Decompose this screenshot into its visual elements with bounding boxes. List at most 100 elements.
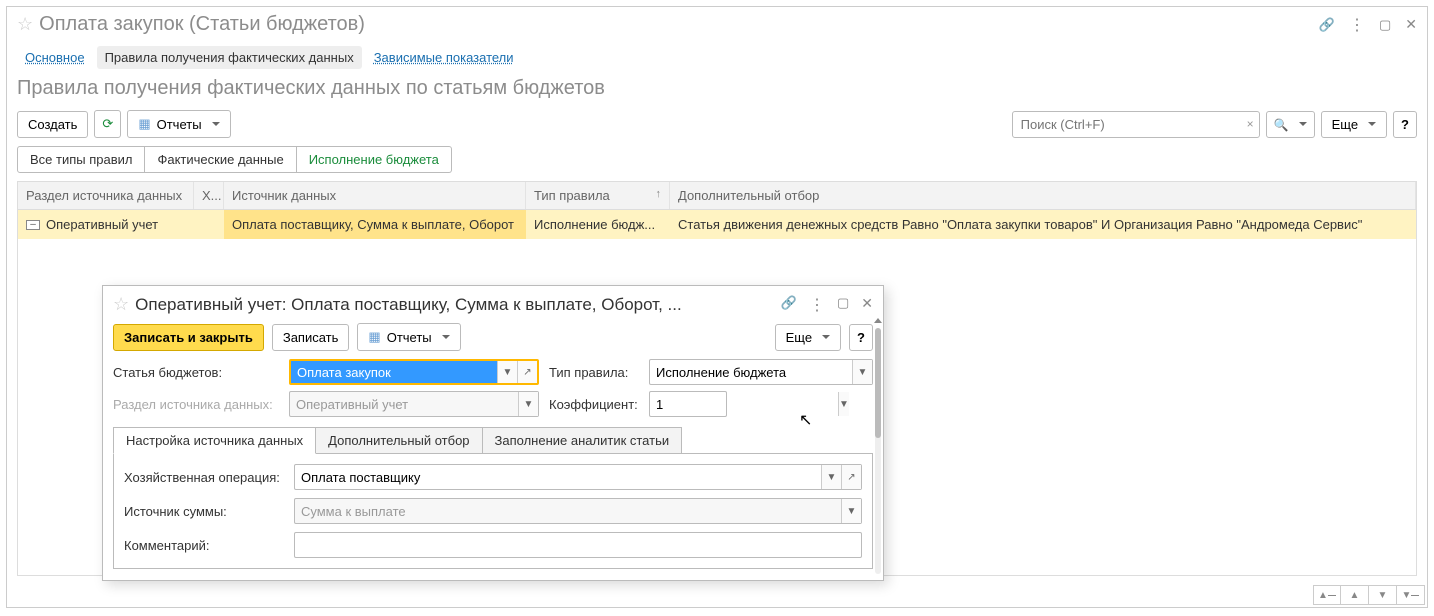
- section-field[interactable]: ▼: [289, 391, 539, 417]
- cell-section: Оперативный учет: [46, 217, 158, 232]
- comment-field[interactable]: [294, 532, 862, 558]
- nav-main[interactable]: Основное: [17, 46, 93, 69]
- dialog-help-icon: [857, 330, 865, 345]
- col-h[interactable]: Х...: [194, 182, 224, 209]
- link-icon[interactable]: [1319, 17, 1335, 33]
- dialog-scrollbar[interactable]: [875, 328, 881, 574]
- grid-header: Раздел источника данных Х... Источник да…: [18, 182, 1416, 210]
- subtab-panel: Хозяйственная операция: ▼ Источник суммы…: [113, 453, 873, 569]
- help-button[interactable]: [1393, 111, 1417, 138]
- nav-rules[interactable]: Правила получения фактических данных: [97, 46, 362, 69]
- dialog-reports-button[interactable]: Отчеты: [357, 323, 460, 351]
- label-section: Раздел источника данных:: [113, 397, 279, 412]
- dialog-more-button[interactable]: Еще: [775, 324, 841, 351]
- dialog-subtabs: Настройка источника данных Дополнительны…: [113, 427, 873, 454]
- coefficient-field[interactable]: ▼: [649, 391, 727, 417]
- main-window: ☆ Оплата закупок (Статьи бюджетов) Основ…: [6, 6, 1428, 608]
- dialog-titlebar: ☆ Оперативный учет: Оплата поставщику, С…: [103, 286, 883, 323]
- chevron-down-icon[interactable]: ▼: [841, 499, 861, 523]
- row-type-icon: –: [26, 220, 40, 230]
- data-grid: Раздел источника данных Х... Источник да…: [17, 181, 1417, 576]
- clear-search-icon[interactable]: ×: [1247, 117, 1254, 131]
- save-close-button[interactable]: Записать и закрыть: [113, 324, 264, 351]
- operation-input[interactable]: [295, 465, 821, 489]
- scroll-up-icon[interactable]: [874, 318, 882, 323]
- dialog-link-icon[interactable]: [781, 295, 797, 315]
- filter-all[interactable]: Все типы правил: [17, 146, 145, 173]
- sum-source-input[interactable]: [295, 499, 841, 523]
- help-icon: [1401, 117, 1409, 132]
- favorite-star-icon[interactable]: ☆: [17, 14, 33, 35]
- search-wrap: ×: [1012, 111, 1260, 138]
- col-section[interactable]: Раздел источника данных: [18, 182, 194, 209]
- chevron-down-icon[interactable]: ▼: [821, 465, 841, 489]
- nav-last-icon[interactable]: ▼: [1397, 585, 1425, 605]
- open-ref-icon[interactable]: [517, 361, 537, 383]
- refresh-button[interactable]: [94, 110, 121, 138]
- dialog-close-icon[interactable]: [861, 295, 873, 315]
- refresh-icon: [102, 116, 113, 132]
- cell-h: [194, 210, 224, 239]
- more-button[interactable]: Еще: [1321, 111, 1387, 138]
- toolbar: Создать Отчеты × Еще: [7, 110, 1427, 146]
- chevron-down-icon[interactable]: ▼: [838, 392, 849, 416]
- subtab-filter[interactable]: Дополнительный отбор: [315, 427, 482, 454]
- reports-label: Отчеты: [157, 117, 202, 132]
- col-source[interactable]: Источник данных: [224, 182, 526, 209]
- dialog-maximize-icon[interactable]: [837, 295, 849, 315]
- coefficient-input[interactable]: [650, 392, 838, 416]
- scrollbar-thumb[interactable]: [875, 328, 881, 438]
- dialog-star-icon[interactable]: ☆: [113, 294, 129, 315]
- nav-up-icon[interactable]: ▲: [1341, 585, 1369, 605]
- create-button[interactable]: Создать: [17, 111, 88, 138]
- filter-tabs: Все типы правил Фактические данные Испол…: [7, 146, 1427, 181]
- cell-rule-type: Исполнение бюдж...: [526, 210, 670, 239]
- filter-execution[interactable]: Исполнение бюджета: [297, 146, 452, 173]
- label-budget-item: Статья бюджетов:: [113, 365, 279, 380]
- close-icon[interactable]: [1405, 16, 1417, 33]
- report-icon: [138, 116, 150, 132]
- label-sum-source: Источник суммы:: [124, 504, 284, 519]
- col-filter[interactable]: Дополнительный отбор: [670, 182, 1416, 209]
- chevron-down-icon[interactable]: ▼: [518, 392, 538, 416]
- cell-filter: Статья движения денежных средств Равно "…: [670, 210, 1416, 239]
- comment-input[interactable]: [295, 533, 861, 557]
- chevron-down-icon[interactable]: ▼: [497, 361, 517, 383]
- nav-dependent[interactable]: Зависимые показатели: [366, 46, 522, 69]
- grid-body: ☆ Оперативный учет: Оплата поставщику, С…: [18, 239, 1416, 575]
- titlebar: ☆ Оплата закупок (Статьи бюджетов): [7, 7, 1427, 42]
- reports-button[interactable]: Отчеты: [127, 110, 230, 138]
- filter-actual[interactable]: Фактические данные: [145, 146, 296, 173]
- sum-source-field[interactable]: ▼: [294, 498, 862, 524]
- label-coefficient: Коэффициент:: [549, 397, 639, 412]
- dialog-title: Оперативный учет: Оплата поставщику, Сум…: [135, 295, 781, 315]
- budget-item-value: Оплата закупок: [291, 361, 497, 383]
- rule-type-input[interactable]: [650, 360, 852, 384]
- dialog-help-button[interactable]: [849, 324, 873, 351]
- save-button[interactable]: Записать: [272, 324, 350, 351]
- subtab-source[interactable]: Настройка источника данных: [113, 427, 316, 454]
- cell-source: Оплата поставщику, Сумма к выплате, Обор…: [224, 210, 526, 239]
- dialog-more-icon[interactable]: [809, 295, 825, 315]
- nav-first-icon[interactable]: ▲: [1313, 585, 1341, 605]
- subtab-analytics[interactable]: Заполнение аналитик статьи: [482, 427, 683, 454]
- form-grid: Статья бюджетов: Оплата закупок ▼ Тип пр…: [103, 359, 883, 417]
- operation-field[interactable]: ▼: [294, 464, 862, 490]
- search-mode-button[interactable]: [1266, 111, 1315, 138]
- budget-item-field[interactable]: Оплата закупок ▼: [289, 359, 539, 385]
- search-icon: [1274, 117, 1289, 132]
- more-vertical-icon[interactable]: [1349, 15, 1365, 35]
- table-row[interactable]: –Оперативный учет Оплата поставщику, Сум…: [18, 210, 1416, 239]
- label-comment: Комментарий:: [124, 538, 284, 553]
- section-input[interactable]: [290, 392, 518, 416]
- nav-down-icon[interactable]: ▼: [1369, 585, 1397, 605]
- nav-tabs: Основное Правила получения фактических д…: [7, 42, 1427, 77]
- rule-type-field[interactable]: ▼: [649, 359, 873, 385]
- col-rule-type[interactable]: Тип правила↑: [526, 182, 670, 209]
- maximize-icon[interactable]: [1379, 17, 1391, 33]
- chevron-down-icon[interactable]: ▼: [852, 360, 872, 384]
- edit-dialog: ☆ Оперативный учет: Оплата поставщику, С…: [102, 285, 884, 581]
- window-title: Оплата закупок (Статьи бюджетов): [39, 13, 1319, 36]
- open-ref-icon[interactable]: [841, 465, 861, 489]
- search-input[interactable]: [1012, 111, 1260, 138]
